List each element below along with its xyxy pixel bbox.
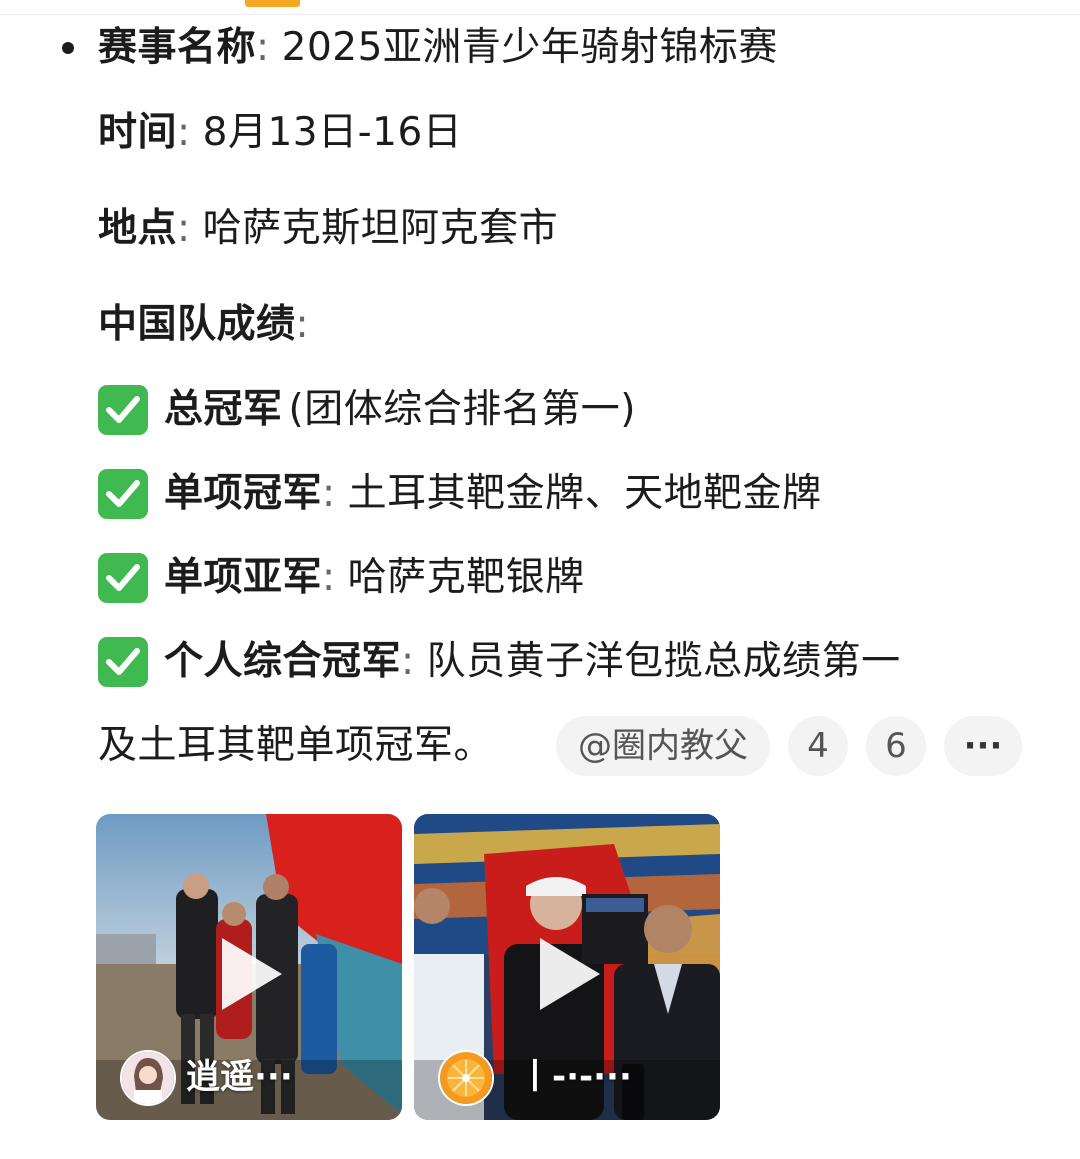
event-place-label: 地点: [98, 206, 178, 251]
result-item: 单项冠军: 土耳其靶金牌、天地靶金牌: [98, 469, 822, 519]
results-label: 中国队成绩: [98, 302, 296, 347]
video-thumbnail-2[interactable]: 丨-·-···: [414, 814, 720, 1120]
result-label: 总冠军: [164, 387, 283, 432]
result-label: 单项亚军: [164, 555, 323, 600]
result-label: 单项冠军: [164, 471, 323, 516]
check-mark-icon: [98, 637, 148, 687]
result-value: 哈萨克靶银牌: [347, 555, 585, 600]
check-mark-icon: [98, 469, 148, 519]
mention-chip[interactable]: @圈内教父: [556, 716, 770, 776]
avatar: [120, 1050, 176, 1106]
event-name-value: 2025亚洲青少年骑射锦标赛: [281, 25, 778, 70]
event-time-line: 时间: 8月13日-16日: [98, 110, 463, 155]
result-item: 个人综合冠军: 队员黄子洋包揽总成绩第一: [98, 637, 901, 687]
result-value: 队员黄子洋包揽总成绩第一: [426, 639, 901, 684]
count-button-b[interactable]: 6: [866, 716, 926, 776]
event-time-label: 时间: [98, 110, 178, 155]
bullet-dot: [62, 42, 74, 54]
event-place-value: 哈萨克斯坦阿克套市: [202, 206, 559, 251]
video-thumbnail-1[interactable]: 逍遥···: [96, 814, 402, 1120]
event-name-label: 赛事名称: [98, 25, 257, 70]
event-time-value: 8月13日-16日: [202, 110, 463, 155]
event-place-line: 地点: 哈萨克斯坦阿克套市: [98, 206, 559, 251]
divider: [0, 14, 1080, 15]
result-label: 个人综合冠军: [164, 639, 402, 684]
result-item: 单项亚军: 哈萨克靶银牌: [98, 553, 585, 603]
more-icon[interactable]: ···: [944, 716, 1022, 776]
event-name-line: 赛事名称: 2025亚洲青少年骑射锦标赛: [98, 25, 778, 70]
video-author-name: 丨-·-···: [518, 1057, 632, 1097]
result-value: (团体综合排名第一): [288, 387, 636, 432]
avatar: [438, 1050, 494, 1106]
result-value: 土耳其靶金牌、天地靶金牌: [347, 471, 822, 516]
result-item: 总冠军 (团体综合排名第一): [98, 385, 636, 435]
check-mark-icon: [98, 385, 148, 435]
count-button-a[interactable]: 4: [788, 716, 848, 776]
play-icon: [222, 938, 282, 1010]
top-tab-indicator: [245, 0, 300, 7]
video-author-name: 逍遥···: [186, 1057, 293, 1097]
result-continuation: 及土耳其靶单项冠军。: [98, 723, 494, 768]
results-heading: 中国队成绩:: [98, 302, 310, 347]
play-icon: [540, 938, 600, 1010]
check-mark-icon: [98, 553, 148, 603]
